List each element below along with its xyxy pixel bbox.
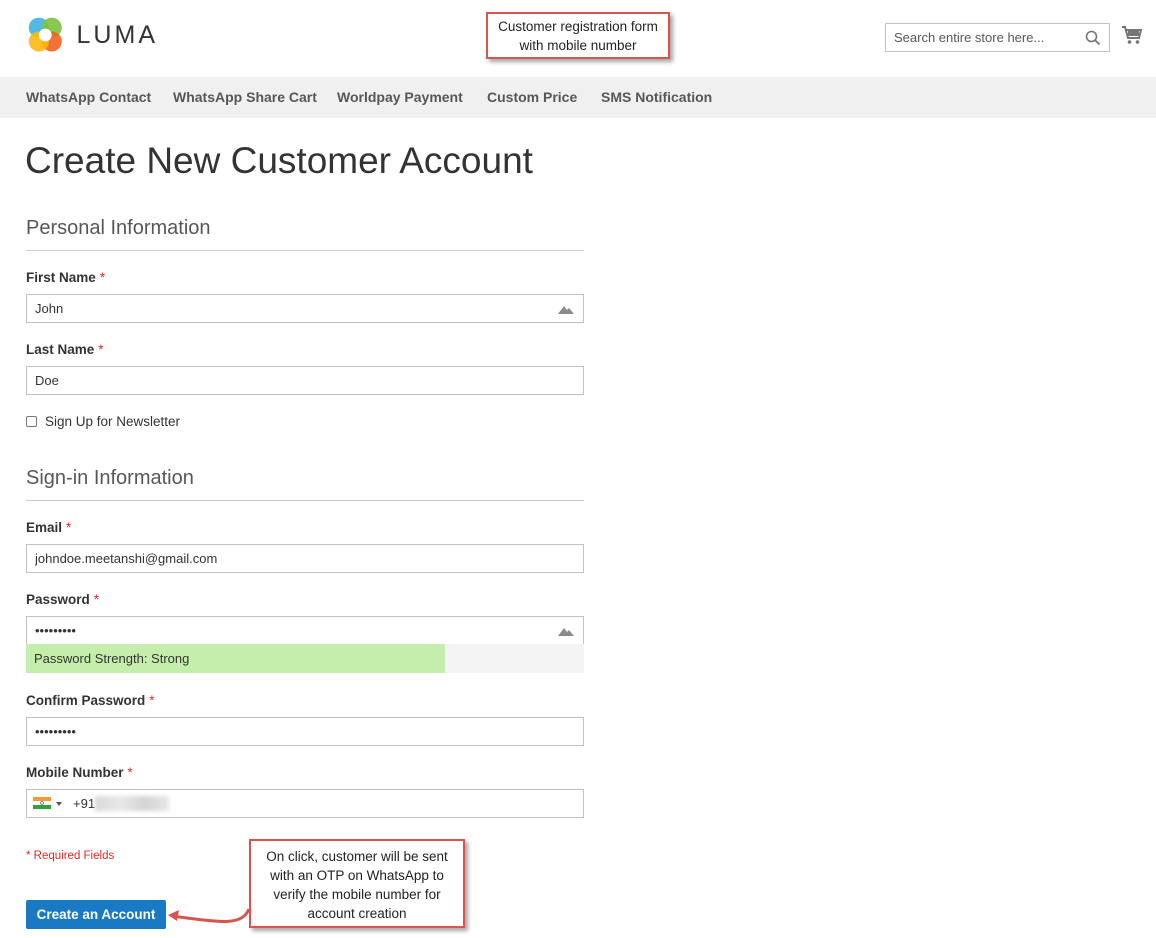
required-asterisk: * bbox=[66, 520, 72, 535]
nav-item-whatsapp-contact[interactable]: WhatsApp Contact bbox=[26, 89, 151, 105]
header: LUMA Customer registration form with mob… bbox=[0, 0, 1156, 77]
luma-logo[interactable]: LUMA bbox=[26, 14, 158, 56]
last-name-input[interactable] bbox=[27, 367, 527, 394]
first-name-label-text: First Name bbox=[26, 270, 96, 285]
autofill-key-icon[interactable] bbox=[557, 625, 575, 637]
password-label: Password * bbox=[26, 592, 99, 607]
mobile-number-label-text: Mobile Number bbox=[26, 765, 124, 780]
india-flag-icon[interactable] bbox=[33, 797, 51, 809]
logo-text: LUMA bbox=[76, 20, 158, 49]
annotation-arrow-icon bbox=[168, 908, 251, 923]
mobile-number-field[interactable]: +91 bbox=[26, 789, 584, 818]
signin-info-title: Sign-in Information bbox=[26, 467, 194, 489]
newsletter-checkbox[interactable] bbox=[26, 416, 37, 427]
required-asterisk: * bbox=[149, 693, 155, 708]
last-name-label: Last Name * bbox=[26, 342, 104, 357]
nav-item-whatsapp-share-cart[interactable]: WhatsApp Share Cart bbox=[173, 89, 317, 105]
required-asterisk: * bbox=[98, 342, 104, 357]
confirm-password-field[interactable] bbox=[26, 717, 584, 746]
email-label: Email * bbox=[26, 520, 71, 535]
confirm-password-label: Confirm Password * bbox=[26, 693, 155, 708]
required-fields-note: * Required Fields bbox=[26, 850, 115, 862]
annotation-otp: On click, customer will be sent with an … bbox=[249, 839, 465, 928]
create-account-button[interactable]: Create an Account bbox=[26, 900, 166, 929]
email-field[interactable] bbox=[26, 544, 584, 573]
dial-code: +91 bbox=[73, 796, 96, 811]
first-name-label: First Name * bbox=[26, 270, 105, 285]
required-asterisk: * bbox=[127, 765, 133, 780]
section-divider bbox=[26, 500, 584, 501]
newsletter-checkbox-row[interactable]: Sign Up for Newsletter bbox=[26, 414, 180, 429]
search-icon[interactable] bbox=[1085, 30, 1101, 46]
first-name-input[interactable] bbox=[27, 295, 527, 322]
autofill-key-icon[interactable] bbox=[557, 303, 575, 315]
email-label-text: Email bbox=[26, 520, 63, 535]
email-input[interactable] bbox=[27, 545, 527, 572]
cart-icon[interactable] bbox=[1121, 25, 1143, 45]
required-asterisk: * bbox=[99, 270, 106, 285]
nav-item-worldpay-payment[interactable]: Worldpay Payment bbox=[337, 89, 463, 105]
luma-logo-icon bbox=[28, 17, 62, 52]
required-asterisk: * bbox=[93, 592, 100, 607]
redacted-mobile-number bbox=[95, 796, 169, 811]
password-strength-meter: Password Strength: Strong bbox=[26, 644, 584, 673]
password-input[interactable] bbox=[27, 617, 527, 644]
last-name-label-text: Last Name bbox=[26, 342, 95, 357]
password-field[interactable] bbox=[26, 616, 584, 645]
section-divider bbox=[26, 250, 584, 251]
password-label-text: Password bbox=[26, 592, 90, 607]
search-input[interactable] bbox=[886, 24, 1076, 51]
first-name-field[interactable] bbox=[26, 294, 584, 323]
confirm-password-label-text: Confirm Password bbox=[26, 693, 146, 708]
search-box[interactable] bbox=[885, 23, 1110, 52]
mobile-number-label: Mobile Number * bbox=[26, 765, 133, 780]
nav-item-sms-notification[interactable]: SMS Notification bbox=[601, 89, 712, 105]
page-title: Create New Customer Account bbox=[25, 140, 533, 181]
newsletter-label: Sign Up for Newsletter bbox=[45, 414, 181, 429]
main-navigation: WhatsApp Contact WhatsApp Share Cart Wor… bbox=[0, 77, 1156, 118]
personal-info-title: Personal Information bbox=[26, 217, 211, 239]
last-name-field[interactable] bbox=[26, 366, 584, 395]
country-dropdown-caret-icon[interactable] bbox=[56, 802, 62, 806]
password-strength-text: Password Strength: Strong bbox=[34, 651, 190, 666]
nav-item-custom-price[interactable]: Custom Price bbox=[487, 89, 577, 105]
annotation-registration: Customer registration form with mobile n… bbox=[486, 12, 670, 59]
confirm-password-input[interactable] bbox=[27, 718, 527, 745]
